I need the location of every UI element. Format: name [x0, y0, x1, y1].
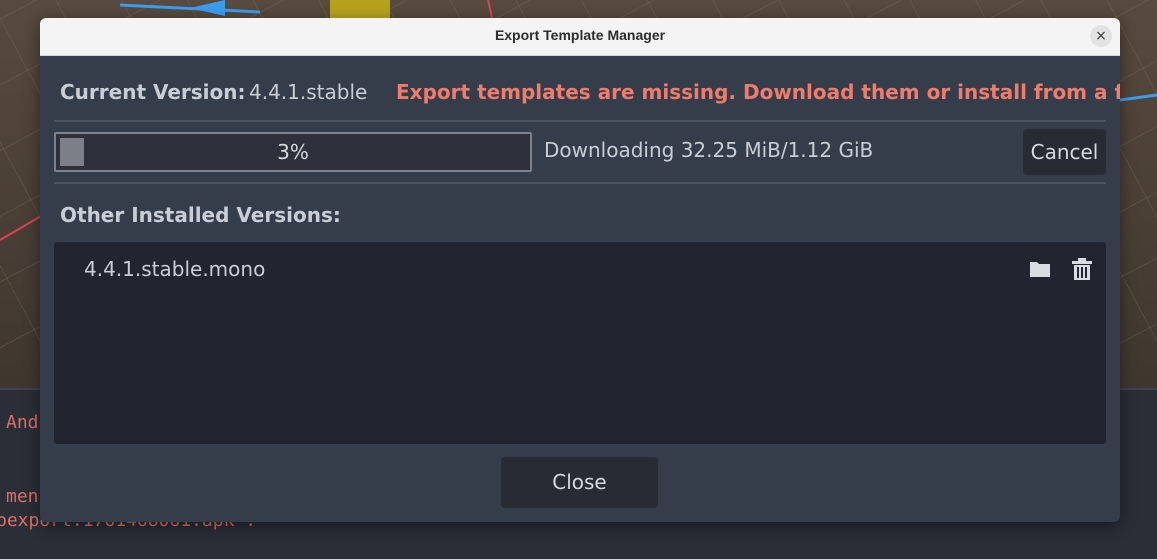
- download-status: Downloading 32.25 MiB/1.12 GiB: [544, 138, 874, 162]
- axis-arrow-icon: [190, 0, 225, 16]
- installed-versions-list: 4.4.1.stable.mono: [54, 242, 1106, 444]
- folder-icon[interactable]: [1028, 257, 1052, 281]
- console-line: men: [6, 486, 39, 507]
- export-template-manager-dialog: Export Template Manager × Current Versio…: [40, 18, 1120, 522]
- version-name: 4.4.1.stable.mono: [84, 257, 266, 281]
- y-axis-line: [487, 0, 493, 19]
- list-item: 4.4.1.stable.mono: [54, 242, 1106, 294]
- z-axis-line-top: [119, 3, 261, 14]
- mesh-object: [330, 0, 390, 18]
- z-axis-line: [1119, 93, 1157, 102]
- cancel-button[interactable]: Cancel: [1023, 129, 1106, 175]
- other-installed-versions-label: Other Installed Versions:: [60, 203, 341, 227]
- current-version-label: Current Version:: [60, 80, 246, 104]
- close-button[interactable]: Close: [501, 457, 658, 508]
- separator: [54, 182, 1106, 184]
- separator: [54, 120, 1106, 122]
- progress-percent: 3%: [277, 140, 309, 164]
- close-icon[interactable]: ×: [1090, 25, 1112, 47]
- current-version-value: 4.4.1.stable: [249, 80, 368, 104]
- trash-icon[interactable]: [1070, 257, 1094, 281]
- dialog-title: Export Template Manager: [494, 27, 666, 43]
- download-progress-bar: 3%: [54, 132, 532, 172]
- console-line: And: [6, 412, 39, 433]
- dialog-titlebar[interactable]: Export Template Manager ×: [40, 18, 1120, 56]
- missing-templates-warning: Export templates are missing. Download t…: [396, 80, 1120, 104]
